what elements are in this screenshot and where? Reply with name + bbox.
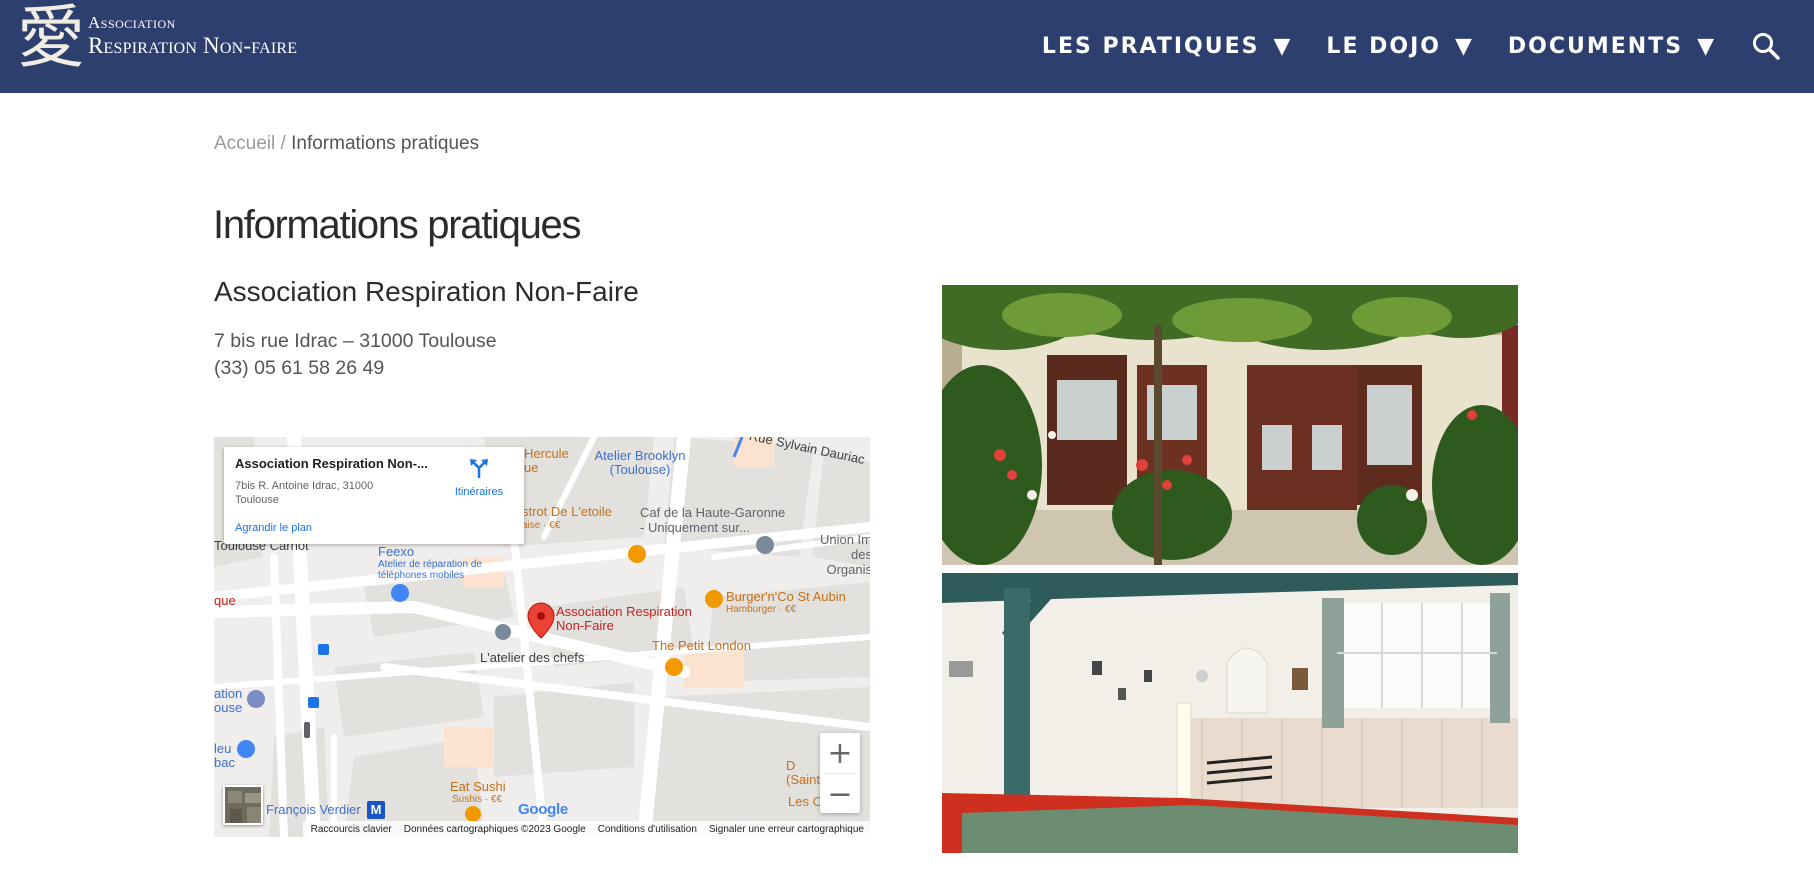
terms-link[interactable]: Conditions d'utilisation xyxy=(598,824,697,835)
map-info-card: Association Respiration Non-... 7bis R. … xyxy=(224,447,524,544)
satellite-icon xyxy=(225,787,261,823)
nav-label: LES PRATIQUES xyxy=(1041,34,1260,59)
satellite-toggle[interactable] xyxy=(223,785,263,825)
logo-name: Respiration Non-faire xyxy=(88,33,298,58)
map-data-credit: Données cartographiques ©2023 Google xyxy=(403,823,586,835)
keyboard-shortcuts-link[interactable]: Raccourcis clavier xyxy=(311,824,392,835)
restaurant-icon xyxy=(465,806,481,822)
search-icon[interactable] xyxy=(1750,30,1784,64)
site-header: 愛 Association Respiration Non-faire LES … xyxy=(0,0,1814,93)
main-nav: LES PRATIQUES ▼ LE DOJO ▼ DOCUMENTS ▼ xyxy=(1042,0,1814,93)
google-logo-text: Google xyxy=(518,801,568,818)
report-error-link[interactable]: Signaler une erreur cartographique xyxy=(709,824,864,835)
dojo-entrance-photo xyxy=(942,285,1518,565)
directions-label: Itinéraires xyxy=(454,486,504,498)
logo-association: Association xyxy=(88,13,176,32)
restaurant-icon xyxy=(705,590,723,608)
nav-les-pratiques[interactable]: LES PRATIQUES ▼ xyxy=(1042,34,1291,59)
postal-address: 7 bis rue Idrac – 31000 Toulouse xyxy=(214,330,497,352)
directions-button[interactable]: Itinéraires xyxy=(444,457,514,498)
transit-icon xyxy=(247,690,265,708)
chevron-down-icon: ▼ xyxy=(1273,34,1291,59)
shop-icon xyxy=(391,584,409,602)
restaurant-icon xyxy=(628,545,646,563)
zoom-out-button[interactable]: − xyxy=(820,774,860,814)
dojo-interior-photo xyxy=(942,573,1518,853)
bar-icon xyxy=(665,658,683,676)
breadcrumb-home[interactable]: Accueil xyxy=(214,133,275,154)
nav-label: DOCUMENTS xyxy=(1507,34,1684,59)
google-logo: Google xyxy=(518,801,568,818)
bus-icon xyxy=(308,697,319,708)
page-title: Informations pratiques xyxy=(213,203,581,247)
chevron-down-icon: ▼ xyxy=(1454,34,1472,59)
map-zoom-control: + − xyxy=(820,733,860,813)
traffic-light-icon xyxy=(304,722,310,738)
nav-le-dojo[interactable]: LE DOJO ▼ xyxy=(1326,34,1471,59)
place-icon xyxy=(495,624,511,640)
location-pin-icon xyxy=(527,602,555,639)
breadcrumb-current: Informations pratiques xyxy=(291,133,480,154)
museum-icon xyxy=(756,536,774,554)
bus-icon xyxy=(318,644,329,655)
directions-icon xyxy=(470,459,488,478)
logo-text: Association Respiration Non-faire xyxy=(88,13,297,59)
zoom-in-button[interactable]: + xyxy=(820,733,860,773)
nav-label: LE DOJO xyxy=(1326,34,1441,59)
contact-info: 7 bis rue Idrac – 31000 Toulouse (33) 05… xyxy=(214,328,497,382)
google-map[interactable]: Rue Sylvain Dauriac Hercule ue Atelier B… xyxy=(214,437,870,837)
shop-icon xyxy=(237,740,255,758)
enlarge-map-link[interactable]: Agrandir le plan xyxy=(235,522,312,534)
logo-kanji: 愛 xyxy=(16,0,85,78)
photo-dojo-room xyxy=(942,573,1518,853)
photo-garden-facade xyxy=(942,285,1518,565)
org-name: Association Respiration Non-Faire xyxy=(214,276,639,307)
site-logo[interactable]: 愛 Association Respiration Non-faire xyxy=(16,2,297,76)
phone-number: (33) 05 61 58 26 49 xyxy=(214,357,385,379)
breadcrumb: Accueil / Informations pratiques xyxy=(214,133,479,155)
map-footer: Raccourcis clavier Données cartographiqu… xyxy=(302,821,870,837)
nav-documents[interactable]: DOCUMENTS ▼ xyxy=(1508,34,1714,59)
chevron-down-icon: ▼ xyxy=(1697,34,1714,59)
breadcrumb-separator: / xyxy=(275,133,292,154)
map-card-address: 7bis R. Antoine Idrac, 31000 Toulouse xyxy=(235,480,374,506)
map-card-title: Association Respiration Non-... xyxy=(235,456,428,471)
